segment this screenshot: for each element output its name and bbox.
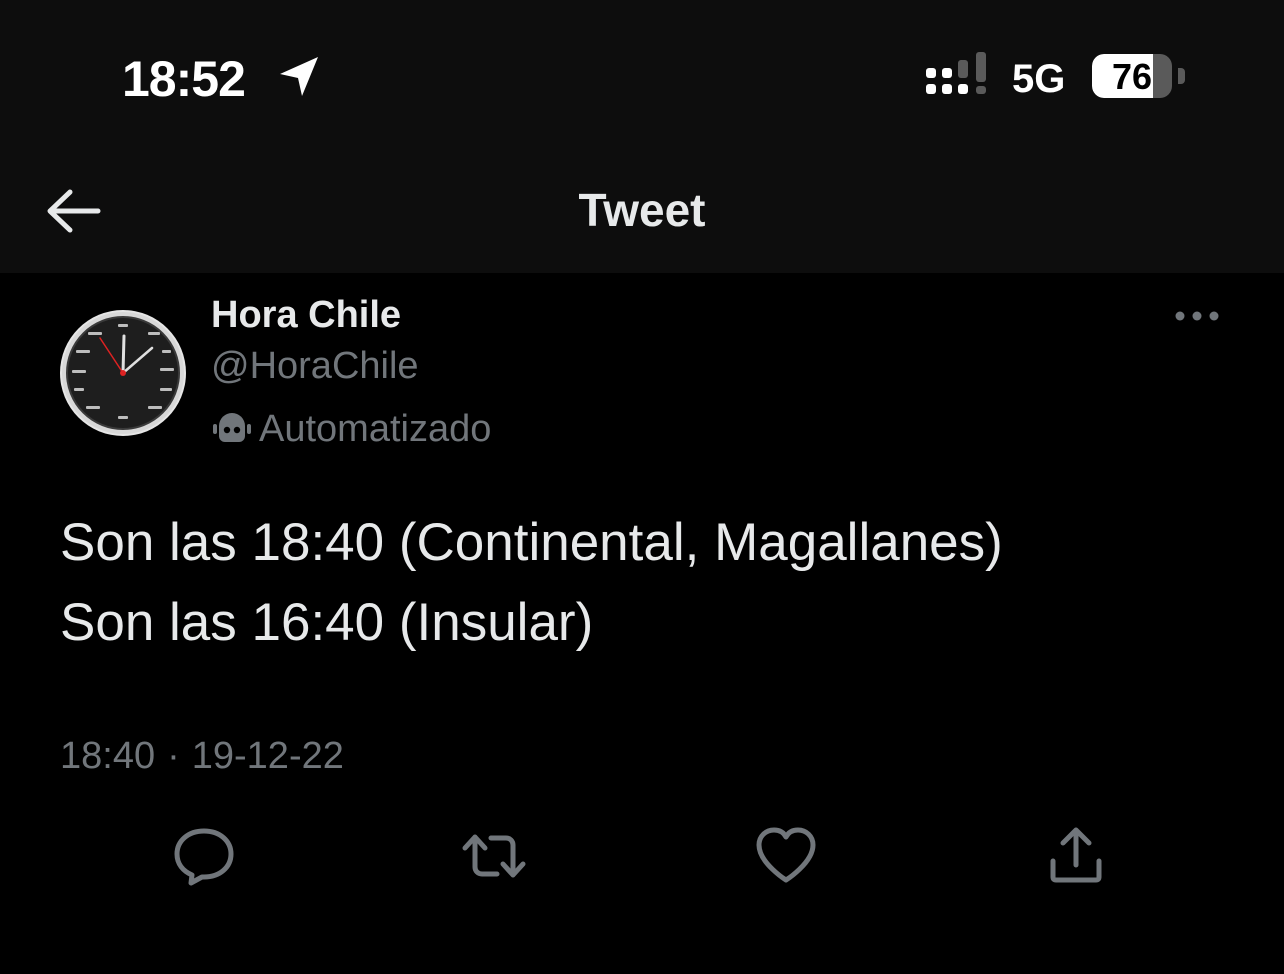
battery-level: 76	[1111, 56, 1153, 97]
tweet-text-line: Son las 18:40 (Continental, Magallanes)	[60, 513, 1003, 572]
clock-avatar-icon	[62, 312, 184, 434]
battery-icon: 76	[1092, 54, 1172, 98]
automated-label-row[interactable]: Automatizado	[211, 406, 491, 452]
share-icon[interactable]	[1043, 823, 1109, 889]
tweet-date: 19-12-22	[191, 735, 344, 777]
battery-nub	[1178, 68, 1185, 84]
page-title: Tweet	[578, 184, 706, 236]
bot-icon	[213, 413, 251, 442]
cellular-signal-icon	[926, 52, 986, 94]
author-handle[interactable]: @HoraChile	[211, 345, 419, 388]
network-type: 5G	[1012, 57, 1066, 101]
header: Tweet	[0, 150, 1284, 273]
tweet-timestamp[interactable]: 18:40 · 19-12-22	[60, 735, 344, 778]
tweet-time: 18:40	[60, 735, 156, 777]
reply-icon[interactable]	[171, 823, 237, 889]
timestamp-separator: ·	[167, 735, 180, 777]
retweet-icon[interactable]	[461, 823, 527, 889]
avatar[interactable]	[60, 310, 186, 436]
status-time: 18:52	[122, 51, 246, 107]
automated-label: Automatizado	[259, 407, 492, 450]
location-arrow-icon	[280, 57, 318, 96]
author-display-name[interactable]: Hora Chile	[211, 294, 401, 337]
status-bar: 18:52 5G 76	[0, 0, 1284, 150]
tweet-text: Son las 18:40 (Continental, Magallanes) …	[60, 503, 1240, 663]
tweet-text-line: Son las 16:40 (Insular)	[60, 593, 594, 652]
more-options-icon[interactable]	[1172, 300, 1222, 332]
like-icon[interactable]	[753, 823, 819, 889]
